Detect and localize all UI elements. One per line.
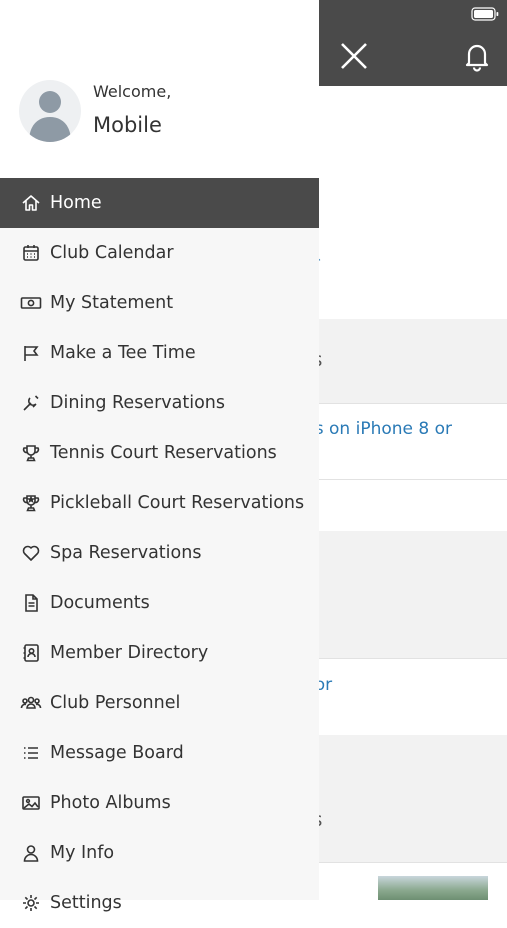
news-link[interactable]: ns on iPhone 8 or xyxy=(304,419,452,439)
menu-item-my-statement[interactable]: My Statement xyxy=(0,278,319,328)
menu-label: Settings xyxy=(50,893,122,913)
menu-label: Home xyxy=(50,193,102,213)
menu-label: Pickleball Court Reservations xyxy=(50,493,305,513)
user-icon xyxy=(20,842,42,864)
menu-label: Make a Tee Time xyxy=(50,343,196,363)
menu-label: Message Board xyxy=(50,743,184,763)
menu-item-spa-reservations[interactable]: Spa Reservations xyxy=(0,528,319,578)
list-icon xyxy=(20,742,42,764)
money-icon xyxy=(20,292,42,314)
avatar[interactable] xyxy=(19,80,81,142)
document-icon xyxy=(20,592,42,614)
menu-item-club-calendar[interactable]: Club Calendar xyxy=(0,228,319,278)
menu-item-pickleball-reservations[interactable]: Pickleball Court Reservations xyxy=(0,478,319,528)
user-name: Mobile xyxy=(93,113,162,137)
menu-label: Tennis Court Reservations xyxy=(50,443,277,463)
menu-label: Club Personnel xyxy=(50,693,181,713)
menu-label: My Info xyxy=(50,843,115,863)
menu-item-photo-albums[interactable]: Photo Albums xyxy=(0,778,319,828)
menu-item-my-info[interactable]: My Info xyxy=(0,828,319,878)
menu-label: My Statement xyxy=(50,293,174,313)
users-icon xyxy=(20,692,42,714)
menu-label: Club Calendar xyxy=(50,243,174,263)
navigation-menu: Home Club Calendar My Statement Make a T… xyxy=(0,178,319,928)
flag-icon xyxy=(20,342,42,364)
bell-icon[interactable] xyxy=(461,40,493,72)
menu-label: Spa Reservations xyxy=(50,543,202,563)
profile-header: Welcome, Mobile xyxy=(0,0,319,178)
battery-icon xyxy=(471,6,499,25)
side-drawer: Welcome, Mobile Home Club Calendar My St… xyxy=(0,0,319,913)
image-icon xyxy=(20,792,42,814)
status-bar: Carrier 1:11 PM xyxy=(0,0,507,26)
menu-item-member-directory[interactable]: Member Directory xyxy=(0,628,319,678)
welcome-label: Welcome, xyxy=(93,82,172,101)
menu-label: Dining Reservations xyxy=(50,393,225,413)
menu-item-documents[interactable]: Documents xyxy=(0,578,319,628)
status-time: 1:11 PM xyxy=(221,5,286,21)
photo-thumbnail[interactable] xyxy=(378,876,488,900)
menu-item-home[interactable]: Home xyxy=(0,178,319,228)
menu-item-tee-time[interactable]: Make a Tee Time xyxy=(0,328,319,378)
contact-book-icon xyxy=(20,642,42,664)
menu-item-message-board[interactable]: Message Board xyxy=(0,728,319,778)
close-icon[interactable] xyxy=(338,40,370,72)
trophy-icon xyxy=(20,442,42,464)
award-icon xyxy=(20,492,42,514)
utensils-icon xyxy=(20,392,42,414)
home-icon xyxy=(20,192,42,214)
menu-label: Photo Albums xyxy=(50,793,171,813)
menu-item-dining-reservations[interactable]: Dining Reservations xyxy=(0,378,319,428)
menu-label: Member Directory xyxy=(50,643,209,663)
menu-label: Documents xyxy=(50,593,150,613)
heart-icon xyxy=(20,542,42,564)
gear-icon xyxy=(20,892,42,914)
menu-item-club-personnel[interactable]: Club Personnel xyxy=(0,678,319,728)
calendar-icon xyxy=(20,242,42,264)
menu-item-tennis-reservations[interactable]: Tennis Court Reservations xyxy=(0,428,319,478)
menu-item-settings[interactable]: Settings xyxy=(0,878,319,928)
